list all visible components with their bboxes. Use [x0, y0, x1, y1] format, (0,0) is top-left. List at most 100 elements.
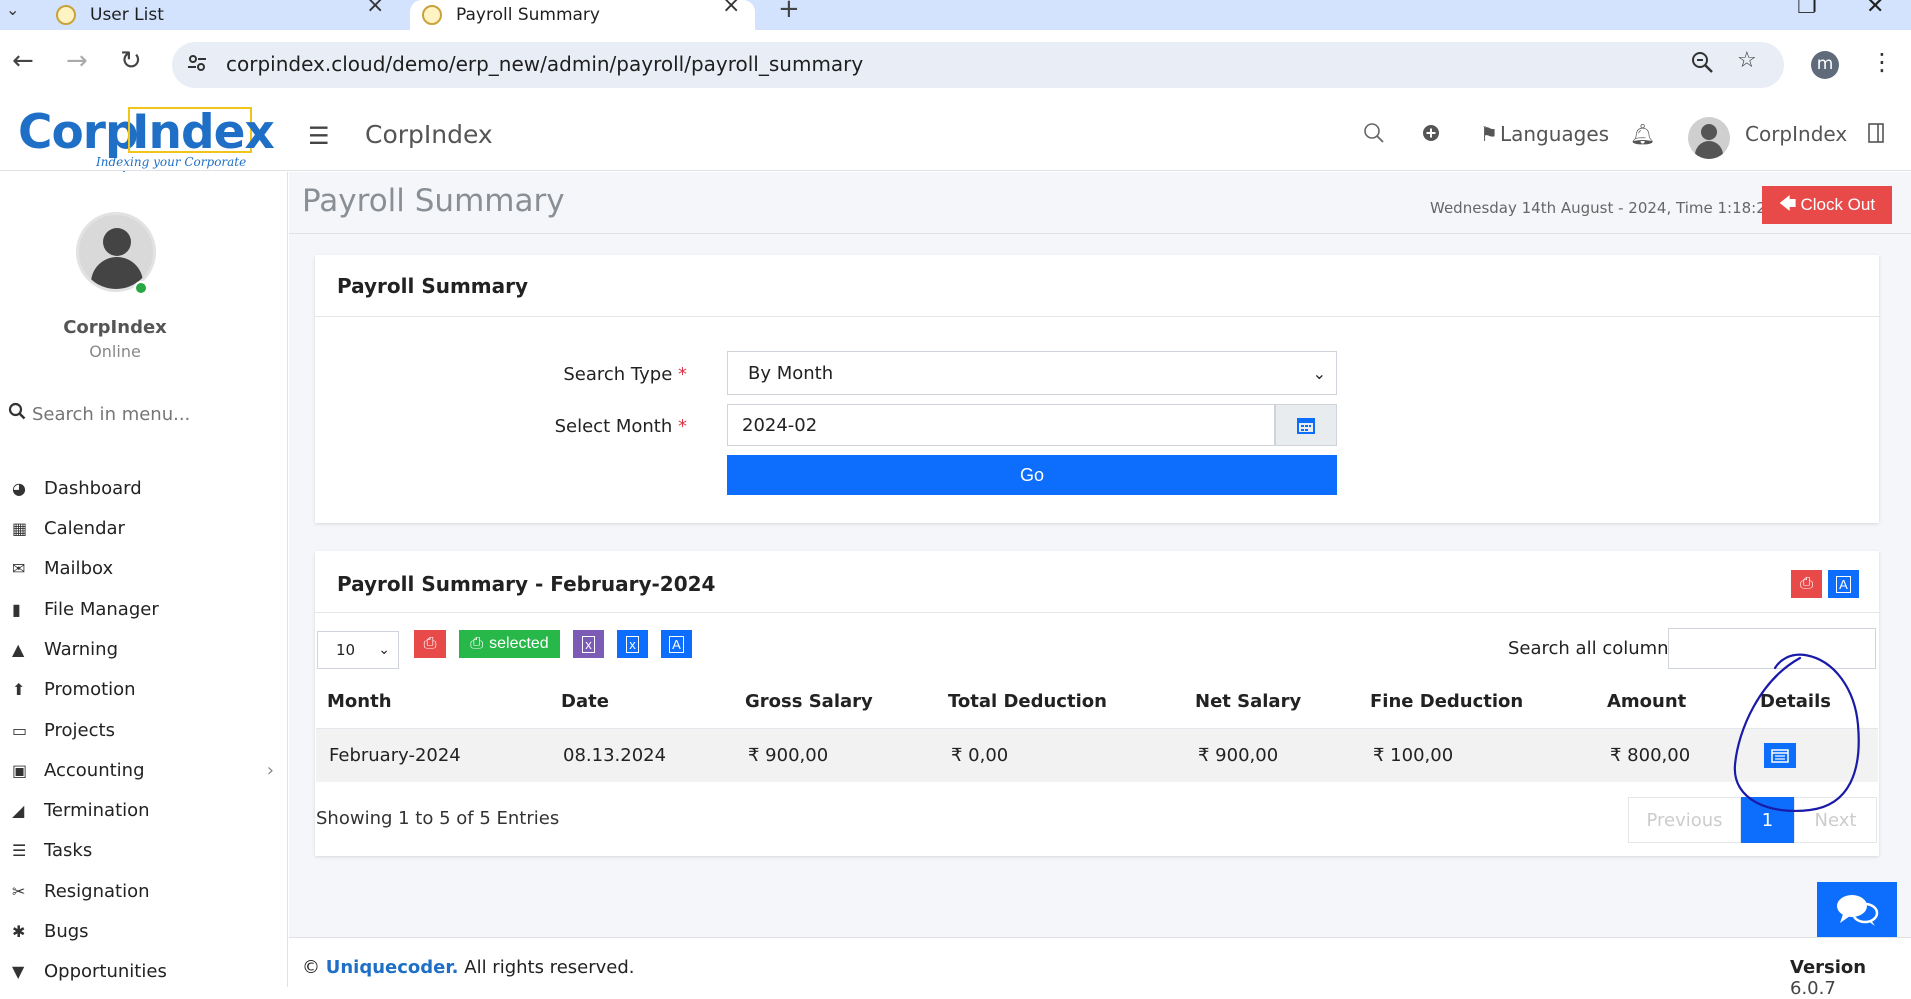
header-user-name[interactable]: CorpIndex — [1745, 122, 1847, 146]
company-link[interactable]: Uniquecoder. — [326, 957, 459, 978]
sidebar-toggle-icon[interactable] — [1868, 123, 1884, 143]
url-text[interactable]: corpindex.cloud/demo/erp_new/admin/payro… — [226, 52, 863, 76]
column-header-month[interactable]: Month — [327, 691, 392, 712]
tab-close-icon[interactable]: × — [722, 0, 740, 18]
chat-bubbles-icon — [1837, 894, 1879, 926]
new-tab-plus-icon[interactable]: + — [778, 0, 800, 24]
copyright-text: © Uniquecoder. All rights reserved. — [302, 957, 635, 978]
sidebar-item-mailbox[interactable]: ✉ Mailbox — [12, 551, 282, 585]
page-length-select[interactable]: 10 ⌄ — [317, 631, 399, 669]
tab-list-chevron-icon[interactable]: ⌄ — [6, 0, 19, 19]
sidebar-item-tasks[interactable]: ☰ Tasks — [12, 833, 282, 867]
sidebar-item-termination[interactable]: ◢ Termination — [12, 793, 282, 827]
chevron-down-icon: ⌄ — [1312, 363, 1326, 383]
tasks-icon: ☰ — [12, 840, 27, 860]
calendar-picker-button[interactable] — [1275, 404, 1337, 446]
browser-profile-avatar[interactable]: m — [1811, 51, 1839, 79]
column-header-net-salary[interactable]: Net Salary — [1195, 691, 1301, 712]
forward-arrow-icon[interactable]: → — [66, 48, 88, 74]
excel-export-button[interactable]: x — [617, 630, 648, 658]
clock-out-button[interactable]: 🡄 Clock Out — [1762, 186, 1892, 224]
sidebar-item-resignation[interactable]: ✂ Resignation — [12, 874, 282, 908]
sidebar-item-promotion[interactable]: ⬆ Promotion — [12, 672, 282, 706]
search-type-select[interactable]: By Month ⌄ — [727, 351, 1337, 395]
arrow-up-circle-icon: ⬆ — [12, 679, 26, 699]
search-all-columns-input[interactable] — [1668, 628, 1876, 669]
warning-icon: ▲ — [12, 639, 25, 659]
column-header-amount[interactable]: Amount — [1607, 691, 1686, 712]
search-icon[interactable] — [1363, 122, 1385, 144]
current-datetime: Wednesday 14th August - 2024, Time 1:18:… — [1430, 199, 1803, 217]
user-avatar[interactable] — [1688, 117, 1730, 159]
sidebar-item-bugs[interactable]: ✱ Bugs — [12, 914, 282, 948]
pdf-export-button[interactable]: A — [661, 630, 692, 658]
app-header — [0, 101, 1911, 171]
sidebar-item-projects[interactable]: ▭ Projects — [12, 713, 282, 747]
pagination-next[interactable]: Next — [1794, 797, 1877, 843]
envelope-icon: ✉ — [12, 558, 26, 578]
pdf-button[interactable]: A — [1828, 570, 1859, 598]
browner-tab-user-list[interactable]: User List × — [56, 0, 406, 30]
column-header-fine-deduction[interactable]: Fine Deduction — [1370, 691, 1523, 712]
browser-menu-icon[interactable]: ⋮ — [1870, 48, 1894, 76]
arrow-left-icon: 🡄 — [1778, 193, 1797, 213]
bookmark-star-icon[interactable]: ☆ — [1737, 48, 1757, 73]
sidebar-item-file-manager[interactable]: ▮ File Manager — [12, 592, 282, 626]
folder-icon: ▭ — [12, 720, 28, 740]
print-button[interactable]: ⎙ — [1791, 570, 1822, 598]
sidebar-item-accounting[interactable]: ▣ Accounting › — [12, 753, 282, 787]
notification-bell-icon[interactable]: 🔔︎ — [1630, 122, 1655, 146]
cell-amount: ₹ 800,00 — [1610, 745, 1691, 766]
column-header-date[interactable]: Date — [561, 691, 609, 712]
search-all-label: Search all columns: — [1508, 638, 1685, 659]
month-input[interactable]: 2024-02 — [727, 404, 1275, 446]
menu-search-icon — [8, 402, 26, 420]
sidebar-item-calendar[interactable]: ▦ Calendar — [12, 511, 282, 545]
sidebar-item-warning[interactable]: ▲ Warning — [12, 632, 282, 666]
list-details-icon — [1771, 748, 1789, 763]
search-type-label: Search Type * — [563, 364, 687, 385]
sidebar-user-avatar — [76, 212, 156, 292]
column-header-total-deduction[interactable]: Total Deduction — [948, 691, 1107, 712]
window-close-icon[interactable]: ✕ — [1866, 0, 1884, 19]
results-card-title: Payroll Summary - February-2024 — [337, 572, 716, 596]
print-icon: ⎙ — [423, 635, 437, 652]
corpindex-logo[interactable]: Corp Index Indexing your Corporate needs — [18, 105, 275, 183]
site-favicon-icon — [56, 5, 76, 25]
sidebar-item-opportunities[interactable]: ▼ Opportunities — [12, 954, 282, 988]
zoom-icon[interactable] — [1690, 50, 1714, 74]
pdf-file-icon: A — [669, 635, 684, 653]
languages-menu[interactable]: ⚑ Languages — [1480, 122, 1609, 146]
pagination-previous[interactable]: Previous — [1628, 797, 1741, 843]
chat-button[interactable] — [1817, 882, 1897, 937]
column-header-gross-salary[interactable]: Gross Salary — [745, 691, 873, 712]
print-icon: ⎙ — [470, 635, 484, 652]
chevron-right-icon: › — [266, 759, 274, 781]
cell-fine-deduction: ₹ 100,00 — [1373, 745, 1454, 766]
csv-export-button[interactable]: x — [573, 630, 604, 658]
pagination-page-1[interactable]: 1 — [1741, 797, 1794, 843]
go-button[interactable]: Go — [727, 455, 1337, 495]
menu-search-input[interactable] — [32, 400, 272, 428]
add-circle-icon[interactable] — [1422, 124, 1440, 142]
print-selected-button[interactable]: ⎙ selected — [459, 630, 560, 658]
cell-net-salary: ₹ 900,00 — [1198, 745, 1279, 766]
sidebar-item-dashboard[interactable]: ◕ Dashboard — [12, 471, 282, 505]
tab-close-icon[interactable]: × — [366, 0, 384, 18]
details-button[interactable] — [1764, 743, 1796, 768]
hamburger-menu-icon[interactable]: ☰ — [308, 122, 330, 150]
file-icon: ▮ — [12, 599, 21, 619]
card-divider — [315, 316, 1879, 317]
site-settings-icon[interactable] — [186, 52, 208, 74]
table-info: Showing 1 to 5 of 5 Entries — [316, 808, 560, 829]
reload-icon[interactable]: ↻ — [120, 48, 142, 74]
browser-tab-payroll-summary[interactable]: Payroll Summary × — [410, 0, 755, 30]
money-icon: ▣ — [12, 760, 28, 780]
back-arrow-icon[interactable]: ← — [12, 48, 34, 74]
calendar-icon: ▦ — [12, 518, 28, 538]
column-header-details[interactable]: Details — [1760, 691, 1831, 712]
flag-icon: ⚑ — [1480, 122, 1498, 146]
window-restore-icon[interactable]: ❐ — [1797, 0, 1817, 19]
print-table-button[interactable]: ⎙ — [414, 630, 446, 658]
print-icon: ⎙ — [1800, 575, 1813, 592]
